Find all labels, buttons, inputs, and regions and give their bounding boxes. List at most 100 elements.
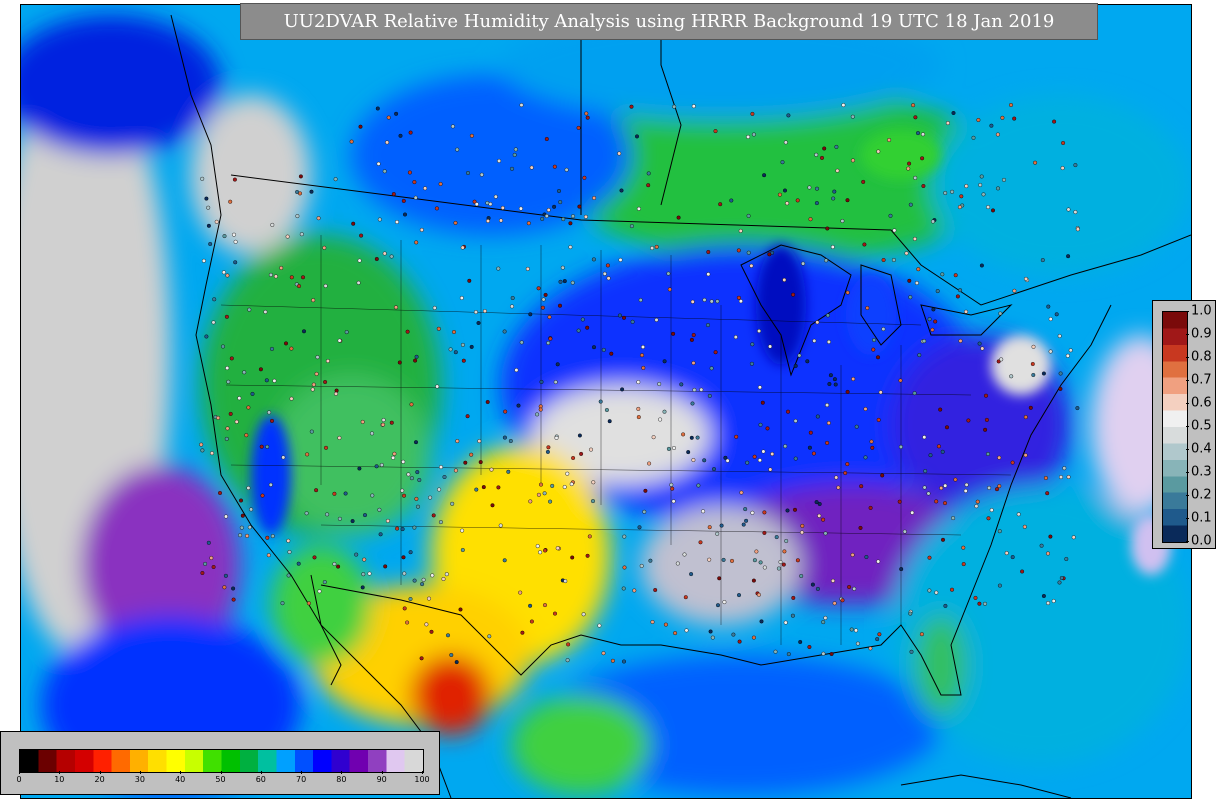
station-marker bbox=[861, 179, 866, 184]
station-marker bbox=[783, 188, 788, 193]
station-marker bbox=[953, 477, 958, 482]
station-marker bbox=[654, 317, 659, 322]
station-marker bbox=[750, 342, 755, 347]
station-marker bbox=[609, 351, 614, 356]
station-marker bbox=[519, 340, 524, 345]
station-marker bbox=[815, 186, 820, 191]
station-marker bbox=[547, 315, 552, 320]
station-marker bbox=[783, 444, 788, 449]
station-marker bbox=[289, 346, 294, 351]
rh-tick-mark bbox=[381, 771, 383, 774]
station-marker bbox=[821, 651, 826, 656]
station-marker bbox=[713, 350, 718, 355]
station-marker bbox=[351, 221, 356, 226]
station-marker bbox=[933, 319, 938, 324]
station-marker bbox=[790, 613, 795, 618]
station-marker bbox=[233, 239, 238, 244]
station-marker bbox=[1075, 227, 1080, 232]
station-marker bbox=[699, 387, 704, 392]
station-marker bbox=[717, 576, 722, 581]
station-marker bbox=[629, 224, 634, 229]
station-marker bbox=[793, 363, 798, 368]
station-marker bbox=[706, 272, 711, 277]
station-marker bbox=[455, 439, 460, 444]
ratio-tick-mark bbox=[1186, 449, 1189, 450]
station-marker bbox=[1004, 551, 1009, 556]
station-marker bbox=[825, 403, 830, 408]
rh-tick-mark bbox=[301, 771, 303, 774]
ratio-tick-mark bbox=[1186, 380, 1189, 381]
station-marker bbox=[863, 455, 868, 460]
station-marker bbox=[689, 435, 694, 440]
station-marker bbox=[226, 379, 231, 384]
station-marker bbox=[642, 509, 647, 514]
station-marker bbox=[571, 456, 576, 461]
station-marker bbox=[228, 199, 233, 204]
station-marker bbox=[776, 566, 781, 571]
station-marker bbox=[332, 491, 337, 496]
station-marker bbox=[920, 156, 925, 161]
station-marker bbox=[785, 508, 790, 513]
station-marker bbox=[622, 565, 627, 570]
station-marker bbox=[1012, 288, 1017, 293]
station-marker bbox=[1028, 405, 1033, 410]
station-marker bbox=[997, 484, 1002, 489]
station-marker bbox=[778, 560, 783, 565]
station-marker bbox=[444, 572, 449, 577]
station-marker bbox=[943, 483, 948, 488]
station-marker bbox=[361, 572, 366, 577]
station-marker bbox=[199, 442, 204, 447]
station-marker bbox=[725, 458, 730, 463]
station-marker bbox=[269, 346, 274, 351]
station-marker bbox=[817, 513, 822, 518]
station-marker bbox=[542, 491, 547, 496]
station-marker bbox=[519, 103, 524, 108]
station-marker bbox=[1058, 371, 1063, 376]
station-marker bbox=[760, 400, 765, 405]
station-marker bbox=[1058, 475, 1063, 480]
station-marker bbox=[638, 298, 643, 303]
station-marker bbox=[385, 140, 390, 145]
station-marker bbox=[322, 580, 327, 585]
station-marker bbox=[377, 217, 382, 222]
station-marker bbox=[424, 622, 429, 627]
station-marker bbox=[512, 152, 517, 157]
station-marker bbox=[692, 387, 697, 392]
station-marker bbox=[673, 631, 678, 636]
station-marker bbox=[996, 186, 1001, 191]
station-marker bbox=[201, 258, 206, 263]
station-marker bbox=[709, 366, 714, 371]
station-marker bbox=[1002, 177, 1007, 182]
station-marker bbox=[663, 622, 668, 627]
station-marker bbox=[1016, 512, 1021, 517]
station-marker bbox=[1057, 580, 1062, 585]
station-marker bbox=[833, 382, 838, 387]
station-marker bbox=[798, 640, 803, 645]
station-marker bbox=[783, 620, 788, 625]
station-marker bbox=[435, 384, 440, 389]
station-marker bbox=[817, 502, 822, 507]
station-marker bbox=[286, 573, 291, 578]
station-marker bbox=[265, 535, 270, 540]
station-marker bbox=[302, 329, 307, 334]
station-marker bbox=[786, 652, 791, 657]
rh-tick-mark bbox=[139, 771, 141, 774]
station-marker bbox=[598, 399, 603, 404]
station-marker bbox=[902, 529, 907, 534]
station-marker bbox=[657, 382, 662, 387]
station-marker bbox=[493, 194, 498, 199]
station-marker bbox=[398, 133, 403, 138]
station-marker bbox=[757, 458, 762, 463]
station-marker bbox=[939, 486, 944, 491]
station-marker bbox=[821, 517, 826, 522]
station-marker bbox=[1048, 534, 1053, 539]
station-marker bbox=[514, 368, 519, 373]
station-marker bbox=[1054, 312, 1059, 317]
station-marker bbox=[767, 252, 772, 257]
station-marker bbox=[381, 418, 386, 423]
station-marker bbox=[845, 462, 850, 467]
rh-tick-label: 60 bbox=[255, 775, 266, 784]
station-marker bbox=[876, 149, 881, 154]
station-marker bbox=[374, 256, 379, 261]
station-marker bbox=[979, 174, 984, 179]
